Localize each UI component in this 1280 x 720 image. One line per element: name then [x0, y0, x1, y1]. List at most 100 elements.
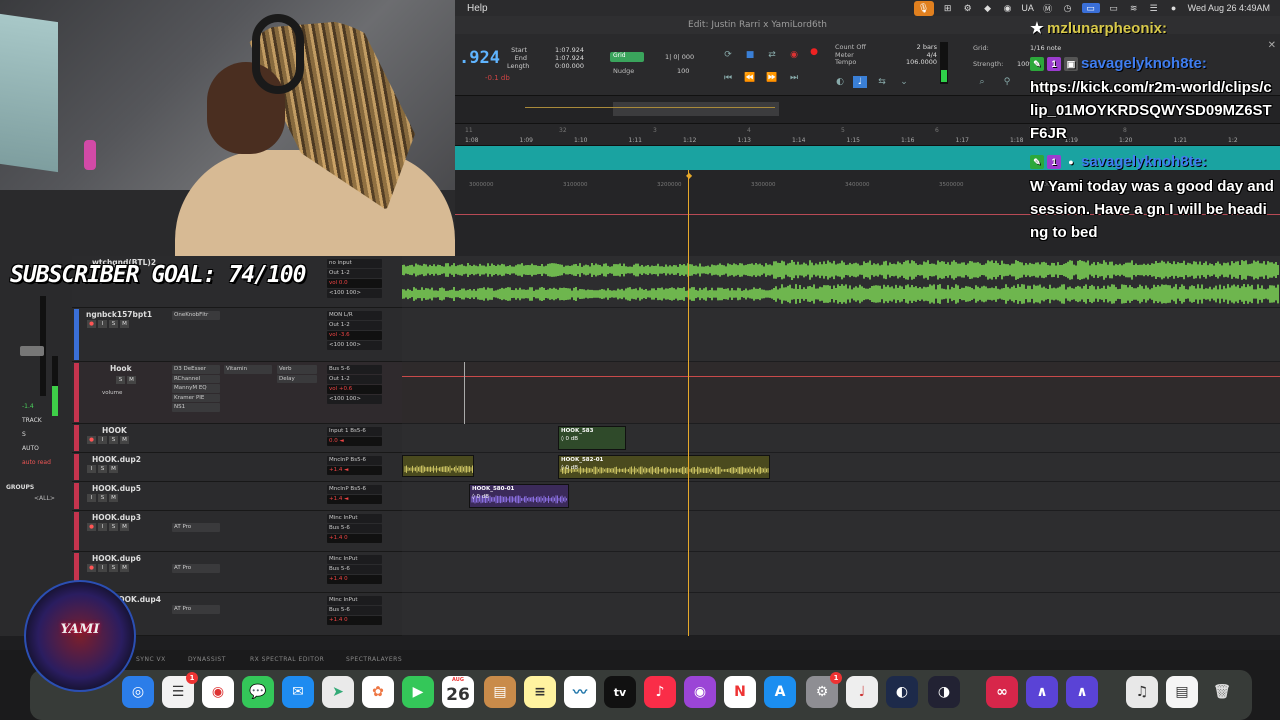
- input-button[interactable]: I: [98, 523, 107, 531]
- pan-readout[interactable]: <100 100>: [327, 341, 382, 350]
- guitar-app-icon[interactable]: ♩: [846, 676, 878, 708]
- chrome-icon[interactable]: ◉: [202, 676, 234, 708]
- track-name[interactable]: ngnbck157bpt1: [86, 310, 152, 319]
- volume-readout[interactable]: vol 0.0: [327, 279, 382, 288]
- volume-readout[interactable]: +1.4 ◄: [327, 466, 382, 475]
- groups-all[interactable]: <ALL>: [34, 495, 55, 502]
- messages-icon[interactable]: 💬: [242, 676, 274, 708]
- avid-icon[interactable]: ∧: [1026, 676, 1058, 708]
- output-select[interactable]: Bus 5-6: [327, 606, 382, 615]
- go-to-end-icon[interactable]: ⏭: [787, 72, 801, 84]
- mute-button[interactable]: M: [120, 320, 129, 328]
- mute-button[interactable]: M: [120, 523, 129, 531]
- news-icon[interactable]: N: [724, 676, 756, 708]
- record-icon[interactable]: ◉: [1002, 3, 1014, 13]
- solo-button[interactable]: S: [109, 436, 118, 444]
- facetime-icon[interactable]: ▶: [402, 676, 434, 708]
- track-row[interactable]: HOOK ● I S M Input 1 Bs5-6 0.0 ◄: [72, 424, 402, 453]
- volume-readout[interactable]: vol +0.6: [327, 385, 382, 394]
- volume-readout[interactable]: +1.4 0: [327, 575, 382, 584]
- solo-button[interactable]: S: [109, 320, 118, 328]
- insert-slot[interactable]: Kramer PIE: [172, 393, 220, 402]
- pan-readout[interactable]: <100 100>: [327, 289, 382, 298]
- edit-timeline[interactable]: HOOK_583 ◊ 0 dB HOOK_582-01 ◊ 0 dB HOOK_…: [402, 256, 1280, 636]
- input-button[interactable]: I: [87, 494, 96, 502]
- track-name[interactable]: HOOK.dup2: [92, 455, 141, 464]
- clock-icon[interactable]: ◷: [1062, 3, 1074, 13]
- music-folder-icon[interactable]: ♫: [1126, 676, 1158, 708]
- microphone-icon[interactable]: 🎙: [913, 0, 934, 16]
- input-button[interactable]: I: [87, 465, 96, 473]
- audio-clip[interactable]: HOOK_583 ◊ 0 dB: [558, 426, 626, 450]
- send-slot[interactable]: Delay: [277, 374, 317, 383]
- volume-fader[interactable]: [20, 346, 44, 356]
- plugin-link[interactable]: SYNC VX: [136, 656, 166, 663]
- cursor-icon[interactable]: ⇄: [765, 49, 779, 61]
- insert-slot[interactable]: D3 DeEsser: [172, 365, 220, 374]
- maps-icon[interactable]: ➤: [322, 676, 354, 708]
- track-lane[interactable]: [402, 552, 1280, 593]
- input-select[interactable]: Minc InPut: [327, 555, 382, 564]
- track-lane[interactable]: [402, 308, 1280, 362]
- track-row[interactable]: HOOK.dup3 ● I S M AT Pro Minc InPut Bus 5-6…: [72, 511, 402, 552]
- track-row[interactable]: HOOK.dup5 ISM MncInP Bs5-6 +1.4 ◄: [72, 482, 402, 511]
- track-lane[interactable]: HOOK_582-01 ◊ 0 dB: [402, 453, 1280, 482]
- solo-button[interactable]: S: [109, 523, 118, 531]
- output-select[interactable]: Out 1-2: [327, 269, 382, 278]
- insert-slot[interactable]: RChannel: [172, 374, 220, 383]
- input-button[interactable]: I: [98, 320, 107, 328]
- record-button[interactable]: ●: [807, 46, 821, 58]
- insert-slot[interactable]: OneKnobFltr: [172, 311, 220, 320]
- midi-merge-icon[interactable]: ◐: [833, 76, 847, 88]
- playhead-marker-icon[interactable]: ◆: [686, 171, 692, 180]
- mute-button[interactable]: M: [120, 436, 129, 444]
- track-lane[interactable]: HOOK_580-01 ◊ 0 dB: [402, 482, 1280, 511]
- clip-gain[interactable]: ◊ 0 dB: [472, 494, 489, 500]
- loop-icon[interactable]: ⟳: [721, 49, 735, 61]
- reminders-icon[interactable]: ☰ 1: [162, 672, 198, 708]
- ua-label[interactable]: UA: [1021, 3, 1034, 13]
- plugin-link[interactable]: SPECTRALAYERS: [346, 656, 402, 663]
- mail-icon[interactable]: ✉: [282, 676, 314, 708]
- track-lane[interactable]: [402, 256, 1280, 308]
- volume-readout[interactable]: +1.4 0: [327, 534, 382, 543]
- track-row[interactable]: HOOK.dup6 ● I S M AT Pro Minc InPut Bus 5-6…: [72, 552, 402, 593]
- input-select[interactable]: Bus 5-6: [327, 365, 382, 374]
- solo-button[interactable]: S: [109, 564, 118, 572]
- volume-readout[interactable]: +1.4 0: [327, 616, 382, 625]
- solo-label[interactable]: S: [22, 428, 51, 442]
- music-icon[interactable]: ♪: [644, 676, 676, 708]
- track-name[interactable]: HOOK.dup5: [92, 484, 141, 493]
- track-mode[interactable]: volume: [102, 390, 122, 396]
- insert-slot[interactable]: MannyM EQ: [172, 384, 220, 393]
- apple-tv-icon[interactable]: tv: [604, 676, 636, 708]
- record-arm-button[interactable]: ●: [87, 523, 96, 531]
- record-arm-button[interactable]: ●: [87, 436, 96, 444]
- track-row[interactable]: ngnbck157bpt1 ● I S M OneKnobFltr MON L/R O…: [72, 308, 402, 362]
- input-select[interactable]: MncInP Bs5-6: [327, 456, 382, 465]
- track-lane[interactable]: [402, 511, 1280, 552]
- tempo-icon[interactable]: ⌄: [897, 76, 911, 88]
- plugin-icon[interactable]: ⚙: [962, 3, 974, 13]
- mute-button[interactable]: M: [127, 376, 136, 384]
- track-name[interactable]: HOOK.dup3: [92, 513, 141, 522]
- track-name[interactable]: Hook: [110, 364, 132, 373]
- input-button[interactable]: I: [98, 436, 107, 444]
- input-select[interactable]: Minc InPut: [327, 514, 382, 523]
- audio-clip[interactable]: HOOK_582-01 ◊ 0 dB: [558, 455, 770, 479]
- beat-waveform[interactable]: [402, 256, 1280, 308]
- contacts-icon[interactable]: ▤: [484, 676, 516, 708]
- record-arm-button[interactable]: ●: [87, 564, 96, 572]
- grid-value[interactable]: 1| 0| 000: [665, 53, 694, 61]
- track-lane[interactable]: HOOK_583 ◊ 0 dB: [402, 424, 1280, 453]
- playhead[interactable]: [688, 170, 689, 636]
- input-select[interactable]: Minc InPut: [327, 596, 382, 605]
- avid-link-icon[interactable]: ∧: [1066, 676, 1098, 708]
- studio-app-icon[interactable]: ◑: [928, 676, 960, 708]
- insert-slot[interactable]: Vitamin: [224, 365, 272, 374]
- solo-button[interactable]: S: [98, 465, 107, 473]
- wifi-icon[interactable]: ≋: [1128, 3, 1140, 13]
- volume-automation-line[interactable]: [402, 376, 1280, 377]
- input-select[interactable]: MON L/R: [327, 311, 382, 320]
- m-icon[interactable]: Ⓜ: [1042, 3, 1054, 14]
